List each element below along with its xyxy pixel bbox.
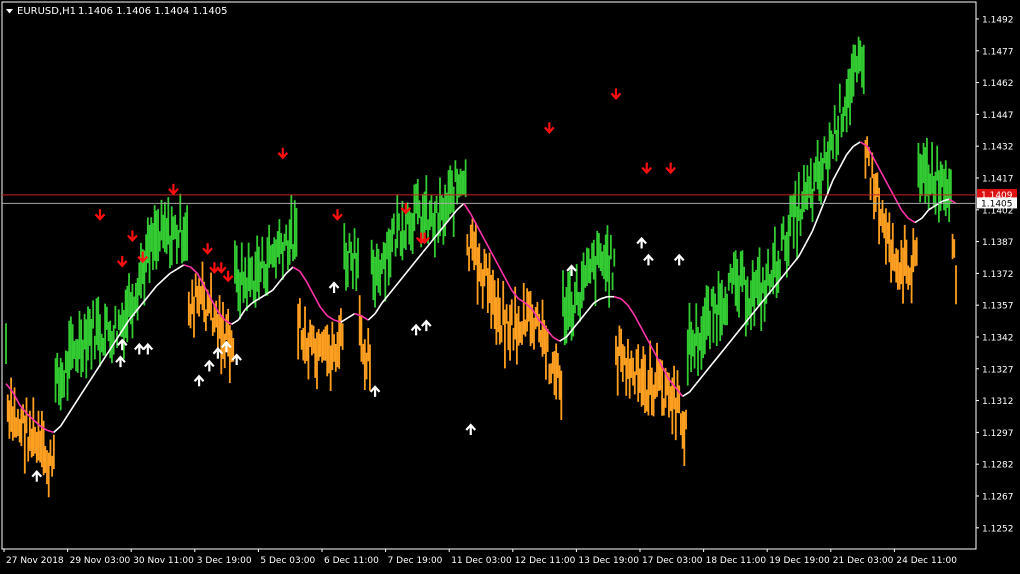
y-tick-label: 1.1342 xyxy=(982,333,1014,343)
y-tick-label: 1.1252 xyxy=(982,524,1014,534)
y-tick-label: 1.1327 xyxy=(982,365,1014,375)
x-tick-label: 18 Dec 11:00 xyxy=(706,556,767,566)
y-tick-label: 1.1297 xyxy=(982,429,1014,439)
x-tick-label: 7 Dec 19:00 xyxy=(388,556,443,566)
x-tick-label: 30 Nov 11:00 xyxy=(133,556,194,566)
y-tick-label: 1.1417 xyxy=(982,174,1014,184)
x-tick-label: 5 Dec 03:00 xyxy=(260,556,315,566)
x-tick-label: 11 Dec 03:00 xyxy=(451,556,512,566)
symbol-label: EURUSD,H1 xyxy=(17,6,76,17)
y-tick-label: 1.1282 xyxy=(982,461,1014,471)
chart-canvas[interactable]: 1.1492 1.1477 1.1462 1.1447 1.1432 1.1417 1.14… xyxy=(0,0,1020,570)
chart-header: EURUSD,H1 1.1406 1.1406 1.1404 1.1405 xyxy=(6,6,228,17)
x-tick-label: 19 Dec 19:00 xyxy=(769,556,830,566)
y-tick-label: 1.1492 xyxy=(982,15,1014,25)
x-tick-label: 21 Dec 03:00 xyxy=(833,556,894,566)
x-tick-label: 17 Dec 03:00 xyxy=(642,556,703,566)
chart-background xyxy=(0,0,1020,570)
x-tick-label: 13 Dec 19:00 xyxy=(578,556,639,566)
price-chart[interactable]: 1.1492 1.1477 1.1462 1.1447 1.1432 1.1417 1.14… xyxy=(0,0,1020,570)
current-price-tag-label: 1.1405 xyxy=(981,199,1013,209)
ohlc-values: 1.1406 1.1406 1.1404 1.1405 xyxy=(78,6,228,17)
y-tick-label: 1.1447 xyxy=(982,111,1014,121)
y-tick-label: 1.1477 xyxy=(982,47,1014,57)
y-tick-label: 1.1462 xyxy=(982,79,1014,89)
x-tick-label: 3 Dec 19:00 xyxy=(197,556,252,566)
y-tick-label: 1.1372 xyxy=(982,270,1014,280)
y-tick-label: 1.1312 xyxy=(982,397,1014,407)
x-tick-label: 29 Nov 03:00 xyxy=(70,556,131,566)
x-tick-label: 24 Dec 11:00 xyxy=(896,556,957,566)
y-tick-label: 1.1267 xyxy=(982,492,1014,502)
y-tick-label: 1.1387 xyxy=(982,238,1014,248)
x-tick-label: 6 Dec 11:00 xyxy=(324,556,379,566)
x-tick-label: 27 Nov 2018 xyxy=(6,556,64,566)
y-tick-label: 1.1432 xyxy=(982,143,1014,153)
x-tick-label: 12 Dec 11:00 xyxy=(515,556,576,566)
y-tick-label: 1.1357 xyxy=(982,302,1014,312)
